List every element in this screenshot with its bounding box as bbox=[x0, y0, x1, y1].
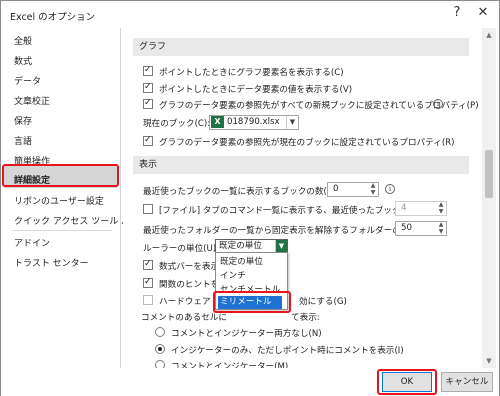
sidebar-item-customize-ribbon[interactable]: リボンのユーザー設定 bbox=[14, 194, 104, 207]
sidebar-divider bbox=[12, 230, 112, 231]
recent-books-value: 0 bbox=[333, 184, 339, 194]
current-book-value: 018790.xlsx bbox=[227, 117, 280, 127]
show-data-values-label: ポイントしたときにデータ要素の値を表示する(V) bbox=[159, 85, 353, 95]
quick-access-label: [ファイル] タブのコマンド一覧に表示する、最近使ったブックの数(Q): bbox=[159, 206, 435, 216]
props-all-new-label: グラフのデータ要素の参照先がすべての新規ブックに設定されているプロパティ(P) bbox=[159, 101, 479, 111]
current-book-label: 現在のブック(C): bbox=[143, 119, 211, 129]
sidebar-item-language[interactable]: 言語 bbox=[14, 134, 32, 147]
unpinned-folders-spinner[interactable]: 50 ▲ ▼ bbox=[395, 221, 447, 236]
hw-accel-label-tail: 効にする(G) bbox=[299, 297, 347, 307]
section-header-display: 表示 bbox=[133, 156, 469, 174]
cancel-button[interactable]: キャンセル bbox=[441, 372, 493, 392]
quick-access-spinner[interactable]: 4 ▲ ▼ bbox=[395, 201, 447, 216]
hw-accel-checkbox[interactable] bbox=[143, 295, 153, 305]
recent-books-label: 最近使ったブックの一覧に表示するブックの数(R): bbox=[143, 187, 340, 197]
quick-access-checkbox[interactable] bbox=[143, 204, 153, 214]
ruler-units-label: ルーラーの単位(U) bbox=[143, 244, 217, 254]
sidebar-item-data[interactable]: データ bbox=[14, 74, 41, 87]
sidebar-item-formulas[interactable]: 数式 bbox=[14, 54, 32, 67]
show-data-values-checkbox[interactable] bbox=[143, 82, 153, 93]
show-element-names-checkbox[interactable] bbox=[143, 65, 153, 76]
scrollbar-thumb[interactable] bbox=[485, 150, 493, 198]
sidebar-item-general[interactable]: 全般 bbox=[14, 34, 32, 47]
spinner-arrows-icon: ▲ ▼ bbox=[370, 182, 376, 196]
function-hints-checkbox[interactable] bbox=[143, 277, 153, 288]
annotation-highlight-advanced bbox=[2, 164, 119, 187]
recent-books-spinner[interactable]: 0 ▲ ▼ bbox=[327, 182, 379, 197]
spinner-arrows-icon: ▲ ▼ bbox=[438, 221, 444, 235]
radio-indicator-only[interactable] bbox=[155, 344, 165, 354]
close-button[interactable]: ✕ bbox=[473, 4, 493, 22]
scroll-down-icon[interactable]: ▼ bbox=[482, 354, 496, 368]
quick-access-value: 4 bbox=[401, 203, 407, 213]
show-element-names-label: ポイントしたときにグラフ要素名を表示する(C) bbox=[159, 68, 344, 78]
radio-comments-both-label: コメントとインジケーター(M) bbox=[171, 362, 289, 368]
sidebar-item-quick-access-toolbar[interactable]: クイック アクセス ツール バー bbox=[14, 214, 139, 227]
formula-bar-checkbox[interactable] bbox=[143, 259, 153, 270]
sidebar: 全般 数式 データ 文章校正 保存 言語 簡単操作 詳細設定 リボンのユーザー設… bbox=[2, 28, 139, 368]
radio-comments-both[interactable] bbox=[155, 360, 165, 368]
title-bar: Excel のオプション ? ✕ bbox=[1, 1, 499, 27]
scroll-up-icon[interactable]: ▲ bbox=[482, 28, 496, 42]
help-button[interactable]: ? bbox=[447, 4, 467, 22]
sidebar-item-addins[interactable]: アドイン bbox=[14, 236, 50, 249]
annotation-highlight-ok bbox=[377, 369, 437, 395]
content-scrollbar[interactable]: ▲ ▼ bbox=[482, 28, 496, 368]
sidebar-item-trust-center[interactable]: トラスト センター bbox=[14, 256, 89, 269]
radio-indicator-only-label: インジケーターのみ、ただしポイント時にコメントを表示(I) bbox=[171, 346, 404, 356]
sidebar-item-proofing[interactable]: 文章校正 bbox=[14, 94, 50, 107]
ruler-units-value: 既定の単位 bbox=[219, 241, 262, 251]
section-header-graph: グラフ bbox=[133, 38, 469, 56]
window-title: Excel のオプション bbox=[10, 12, 96, 23]
radio-comments-none[interactable] bbox=[155, 327, 165, 337]
unpinned-folders-label: 最近使ったフォルダーの一覧から固定表示を解除するフォルダーの数(F): bbox=[143, 226, 424, 236]
comments-label-tail: て表示: bbox=[291, 313, 320, 323]
sidebar-item-save[interactable]: 保存 bbox=[14, 114, 32, 127]
excel-options-dialog: Excel のオプション ? ✕ 全般 数式 データ 文章校正 保存 言語 簡単… bbox=[0, 0, 500, 396]
radio-comments-none-label: コメントとインジケーター両方なし(N) bbox=[171, 329, 322, 339]
options-content: グラフ ポイントしたときにグラフ要素名を表示する(C) ポイントしたときにデータ… bbox=[123, 28, 481, 368]
info-icon: i bbox=[385, 184, 395, 194]
info-icon: i bbox=[433, 99, 443, 109]
ruler-option-default[interactable]: 既定の単位 bbox=[218, 255, 263, 267]
annotation-highlight-millimeter bbox=[213, 291, 291, 313]
ruler-option-inch[interactable]: インチ bbox=[218, 269, 246, 281]
current-book-select[interactable]: X 018790.xlsx ▼ bbox=[209, 115, 299, 130]
unpinned-folders-value: 50 bbox=[401, 223, 412, 233]
props-all-new-checkbox[interactable] bbox=[143, 98, 153, 109]
chevron-down-icon: ▼ bbox=[286, 116, 298, 129]
spinner-arrows-icon: ▲ ▼ bbox=[438, 201, 444, 215]
excel-file-icon: X bbox=[211, 116, 224, 128]
props-current-checkbox[interactable] bbox=[143, 135, 153, 146]
props-current-label: グラフのデータ要素の参照先が現在のブックに設定されているプロパティ(R) bbox=[159, 138, 455, 148]
